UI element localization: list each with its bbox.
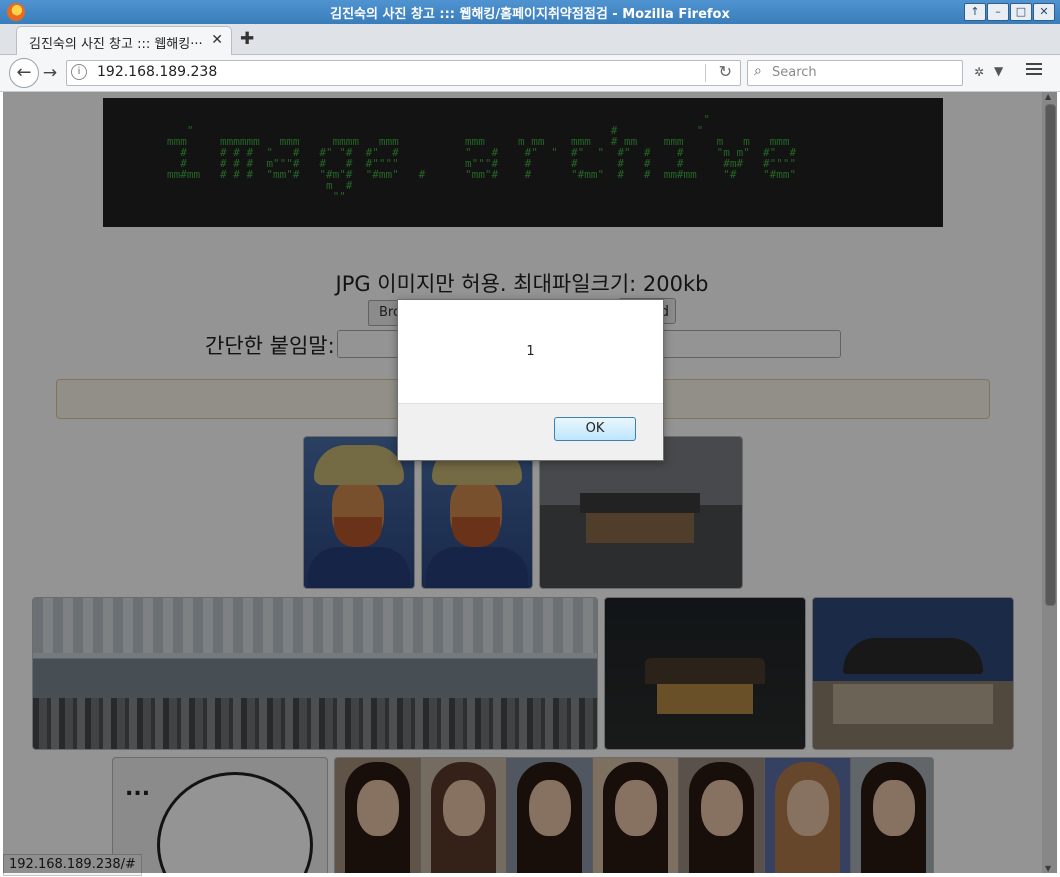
ok-button[interactable]: OK <box>554 417 636 441</box>
new-tab-icon[interactable]: ✚ <box>240 29 254 49</box>
search-input[interactable]: ⌕ Search <box>747 60 963 86</box>
search-placeholder: Search <box>772 65 817 80</box>
minimize-button[interactable]: – <box>987 3 1009 21</box>
close-window-button[interactable]: ✕ <box>1033 3 1055 21</box>
site-info-icon[interactable]: i <box>71 64 87 80</box>
alert-dialog: 1 OK <box>397 299 664 461</box>
modal-overlay <box>3 92 1057 873</box>
hamburger-menu-icon[interactable] <box>1026 63 1042 77</box>
addon-dropdown-icon[interactable]: ▼ <box>994 64 1003 78</box>
url-separator <box>705 64 706 82</box>
back-forward-group: ← → <box>9 58 63 88</box>
window-title: 김진숙의 사진 창고 ::: 웹해킹/홈페이지취약점점검 - Mozilla F… <box>330 7 730 22</box>
alert-message: 1 <box>526 344 535 359</box>
url-text: 192.168.189.238 <box>97 64 218 80</box>
alert-footer: OK <box>398 403 663 460</box>
window-titlebar: 김진숙의 사진 창고 ::: 웹해킹/홈페이지취약점점검 - Mozilla F… <box>0 0 1060 24</box>
url-bar[interactable]: i 192.168.189.238 ↻ <box>66 60 741 86</box>
tab-close-icon[interactable]: ✕ <box>211 32 223 48</box>
search-icon: ⌕ <box>754 63 762 79</box>
forward-button[interactable]: → <box>39 64 61 82</box>
back-button[interactable]: ← <box>9 58 39 88</box>
maximize-button[interactable]: □ <box>1010 3 1032 21</box>
tab-photo-archive[interactable]: 김진숙의 사진 창고 ::: 웹해킹··· ✕ <box>16 26 232 55</box>
navigation-toolbar: ← → i 192.168.189.238 ↻ ⌕ Search ✲ ▼ <box>0 55 1060 92</box>
keep-above-button[interactable]: ↑ <box>964 3 986 21</box>
tab-label: 김진숙의 사진 창고 ::: 웹해킹··· <box>29 37 203 52</box>
addon-bug-icon[interactable]: ✲ <box>974 65 984 79</box>
tab-strip: 김진숙의 사진 창고 ::: 웹해킹··· ✕ ✚ <box>0 24 1060 55</box>
reload-icon[interactable]: ↻ <box>719 62 732 81</box>
